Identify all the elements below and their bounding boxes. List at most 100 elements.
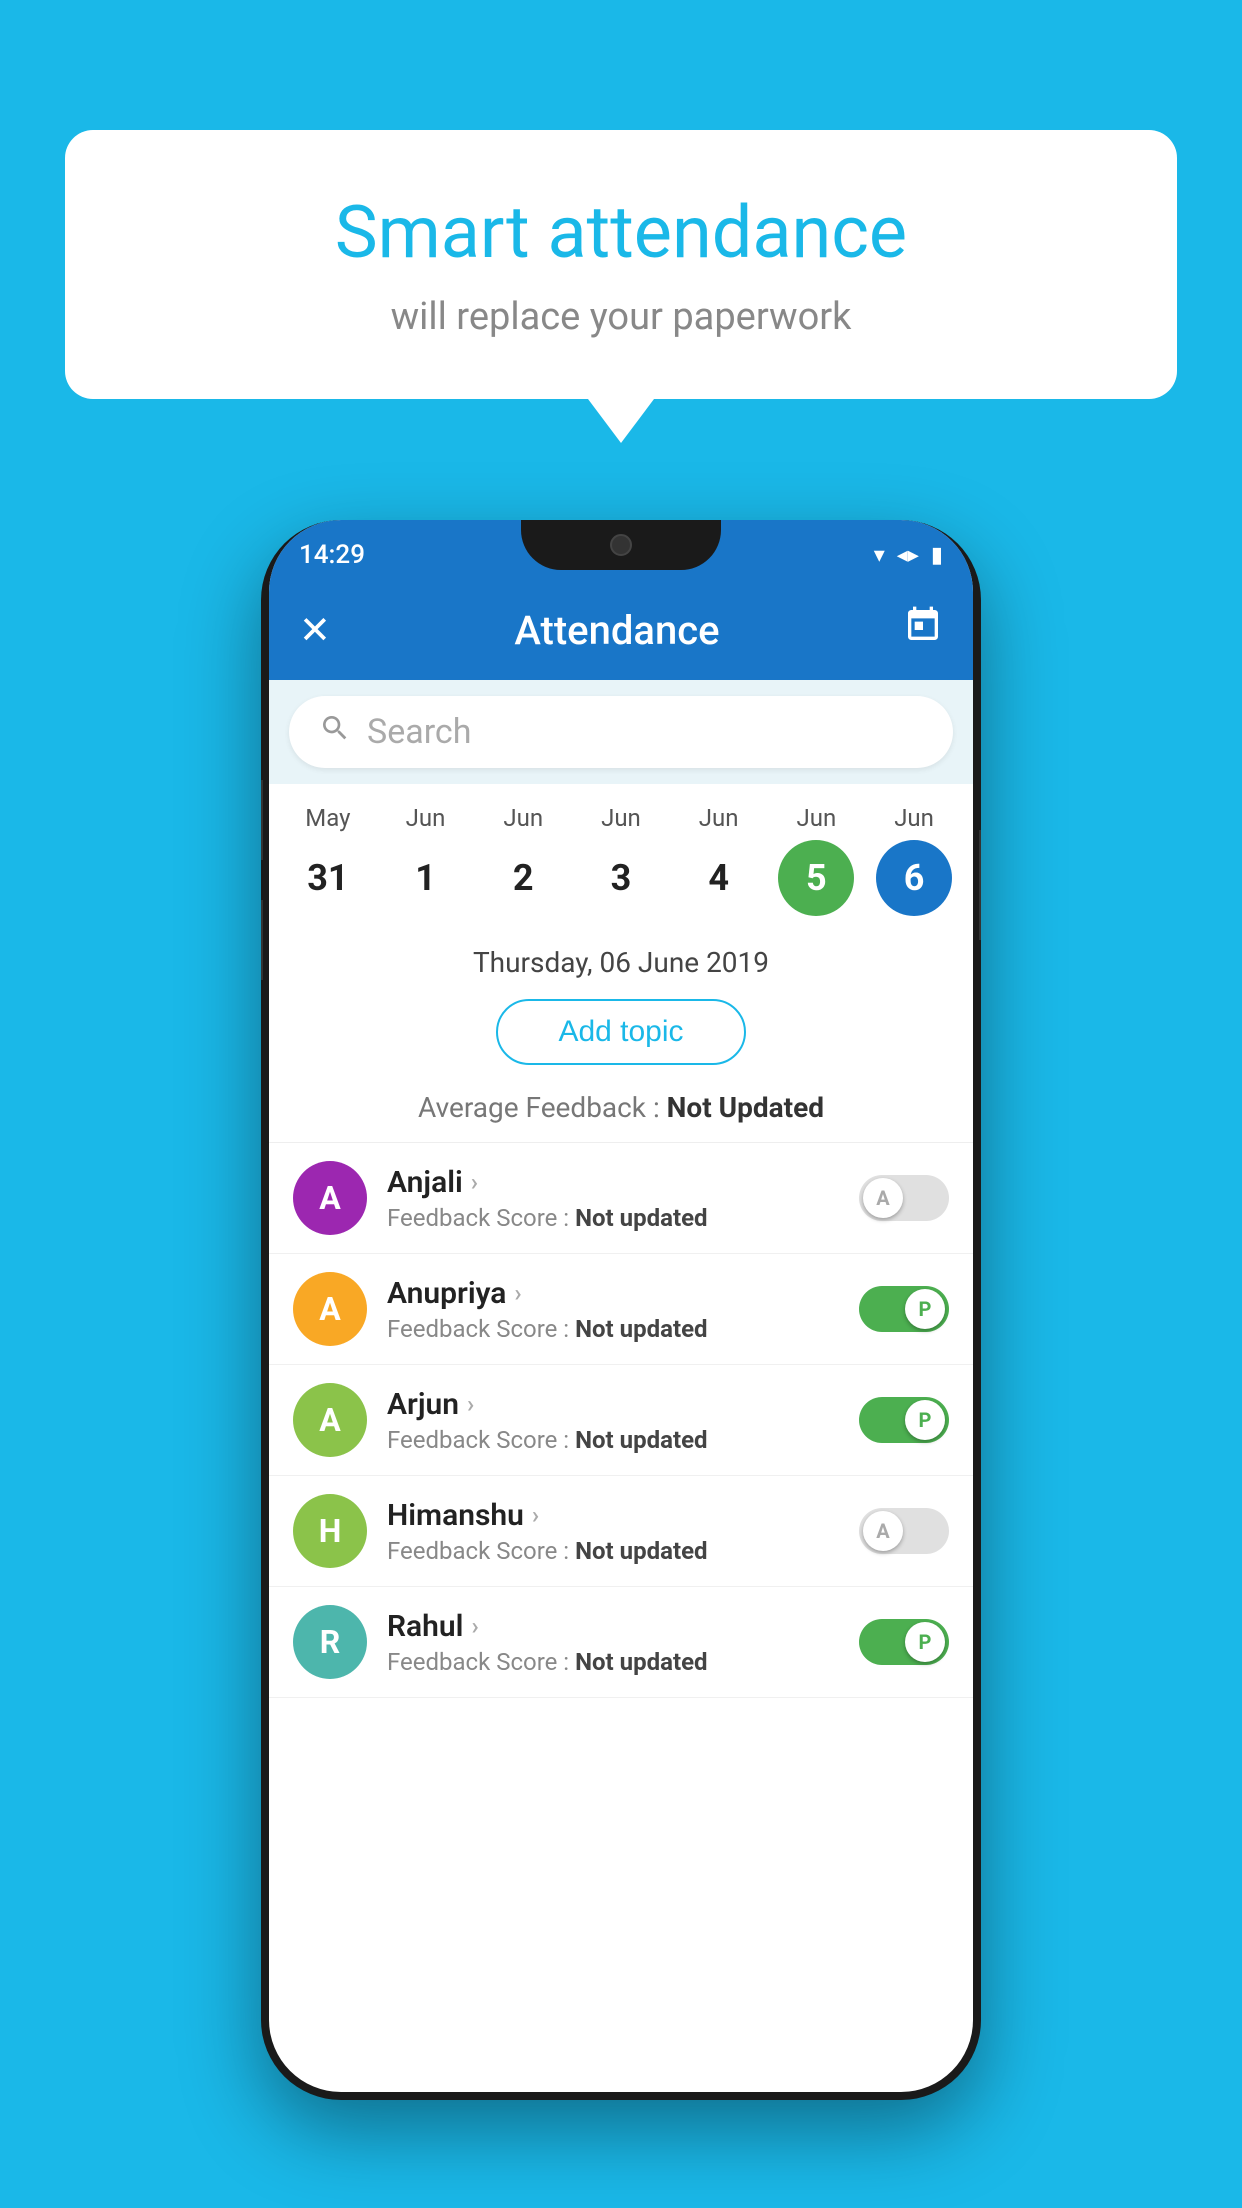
avg-feedback-label: Average Feedback :: [418, 1091, 667, 1124]
calendar-day[interactable]: Jun 5: [771, 804, 861, 916]
student-avatar: A: [293, 1272, 367, 1346]
status-icons: ▾ ◂▸ ▮: [874, 543, 943, 568]
attendance-toggle[interactable]: P: [859, 1286, 949, 1332]
power-button[interactable]: [979, 830, 981, 940]
cal-month-label: Jun: [796, 804, 836, 832]
student-feedback: Feedback Score : Not updated: [387, 1648, 839, 1676]
student-info: Arjun ›Feedback Score : Not updated: [387, 1387, 839, 1454]
student-feedback: Feedback Score : Not updated: [387, 1537, 839, 1565]
search-bar[interactable]: Search: [289, 696, 953, 768]
student-info: Rahul › Feedback Score : Not updated: [387, 1609, 839, 1676]
toggle-container[interactable]: P: [859, 1397, 949, 1443]
bubble-title: Smart attendance: [145, 190, 1097, 275]
feedback-value: Not updated: [575, 1426, 707, 1454]
student-item[interactable]: R Rahul › Feedback Score : Not updated P: [269, 1587, 973, 1698]
student-info: Himanshu › Feedback Score : Not updated: [387, 1498, 839, 1565]
cal-date-number[interactable]: 6: [876, 840, 952, 916]
camera: [610, 534, 632, 556]
search-icon: [319, 712, 351, 752]
student-item[interactable]: H Himanshu › Feedback Score : Not updated A: [269, 1476, 973, 1587]
calendar-day[interactable]: Jun 3: [576, 804, 666, 916]
cal-date-number[interactable]: 31: [290, 840, 366, 916]
student-name: Himanshu ›: [387, 1498, 839, 1533]
student-item[interactable]: AAnjali ›Feedback Score : Not updatedA: [269, 1143, 973, 1254]
cal-month-label: Jun: [601, 804, 641, 832]
feedback-value: Not updated: [575, 1204, 707, 1232]
app-bar: ✕ Attendance: [269, 580, 973, 680]
toggle-container[interactable]: P: [859, 1286, 949, 1332]
add-topic-section: Add topic: [269, 991, 973, 1083]
student-feedback: Feedback Score : Not updated: [387, 1315, 839, 1343]
battery-icon: ▮: [931, 543, 943, 568]
attendance-toggle[interactable]: A: [859, 1175, 949, 1221]
avg-feedback-value: Not Updated: [667, 1091, 824, 1124]
cal-month-label: Jun: [894, 804, 934, 832]
student-avatar: A: [293, 1383, 367, 1457]
toggle-container[interactable]: A: [859, 1508, 949, 1554]
attendance-toggle[interactable]: A: [859, 1508, 949, 1554]
search-placeholder: Search: [367, 712, 471, 752]
calendar-day[interactable]: Jun 4: [674, 804, 764, 916]
calendar-button[interactable]: [903, 605, 943, 655]
search-bar-container: Search: [269, 680, 973, 784]
student-item[interactable]: A Arjun ›Feedback Score : Not updated P: [269, 1365, 973, 1476]
toggle-container[interactable]: P: [859, 1619, 949, 1665]
calendar-day[interactable]: Jun 1: [381, 804, 471, 916]
toggle-thumb: A: [863, 1178, 903, 1218]
feedback-value: Not updated: [575, 1648, 707, 1676]
cal-date-number[interactable]: 2: [485, 840, 561, 916]
student-chevron: ›: [467, 1390, 474, 1418]
toggle-thumb: P: [905, 1622, 945, 1662]
close-button[interactable]: ✕: [299, 608, 331, 653]
student-name: Anjali ›: [387, 1165, 839, 1200]
toggle-thumb: P: [905, 1400, 945, 1440]
phone-notch: [521, 520, 721, 570]
student-name: Rahul ›: [387, 1609, 839, 1644]
cal-date-number[interactable]: 3: [583, 840, 659, 916]
student-list: AAnjali ›Feedback Score : Not updatedAAA…: [269, 1143, 973, 1698]
cal-date-number[interactable]: 5: [778, 840, 854, 916]
speech-bubble: Smart attendance will replace your paper…: [65, 130, 1177, 399]
attendance-toggle[interactable]: P: [859, 1397, 949, 1443]
student-avatar: H: [293, 1494, 367, 1568]
cal-month-label: Jun: [503, 804, 543, 832]
student-chevron: ›: [532, 1501, 539, 1529]
phone-screen: 14:29 ▾ ◂▸ ▮ ✕ Attendance: [269, 520, 973, 2092]
student-info: Anjali › Feedback Score : Not updated: [387, 1165, 839, 1232]
student-feedback: Feedback Score : Not updated: [387, 1204, 839, 1232]
calendar-day[interactable]: Jun 2: [478, 804, 568, 916]
add-topic-button[interactable]: Add topic: [496, 999, 745, 1065]
volume-down-button[interactable]: [261, 900, 263, 980]
bubble-subtitle: will replace your paperwork: [145, 295, 1097, 339]
speech-bubble-area: Smart attendance will replace your paper…: [65, 130, 1177, 399]
app-bar-title: Attendance: [514, 607, 719, 654]
calendar-day[interactable]: Jun 6: [869, 804, 959, 916]
calendar-day[interactable]: May 31: [283, 804, 373, 916]
toggle-thumb: P: [905, 1289, 945, 1329]
volume-up-button[interactable]: [261, 780, 263, 860]
cal-month-label: May: [305, 804, 350, 832]
toggle-container[interactable]: A: [859, 1175, 949, 1221]
student-name: Anupriya ›: [387, 1276, 839, 1311]
cal-month-label: Jun: [699, 804, 739, 832]
signal-icon: ◂▸: [897, 543, 919, 568]
attendance-toggle[interactable]: P: [859, 1619, 949, 1665]
student-info: Anupriya › Feedback Score : Not updated: [387, 1276, 839, 1343]
student-chevron: ›: [471, 1612, 478, 1640]
phone-outer: 14:29 ▾ ◂▸ ▮ ✕ Attendance: [261, 520, 981, 2100]
cal-date-number[interactable]: 1: [388, 840, 464, 916]
cal-month-label: Jun: [406, 804, 446, 832]
student-chevron: ›: [514, 1279, 521, 1307]
avg-feedback: Average Feedback : Not Updated: [269, 1083, 973, 1143]
feedback-value: Not updated: [575, 1537, 707, 1565]
toggle-thumb: A: [863, 1511, 903, 1551]
student-chevron: ›: [471, 1168, 478, 1196]
student-name: Arjun ›: [387, 1387, 839, 1422]
calendar-row: May 31 Jun 1 Jun 2 Jun 3 Jun 4 Jun 5 Jun 6: [269, 784, 973, 926]
student-item[interactable]: A Anupriya › Feedback Score : Not updated P: [269, 1254, 973, 1365]
student-avatar: R: [293, 1605, 367, 1679]
wifi-icon: ▾: [874, 543, 885, 568]
phone-wrapper: 14:29 ▾ ◂▸ ▮ ✕ Attendance: [261, 520, 981, 2100]
cal-date-number[interactable]: 4: [681, 840, 757, 916]
status-time: 14:29: [299, 540, 365, 570]
